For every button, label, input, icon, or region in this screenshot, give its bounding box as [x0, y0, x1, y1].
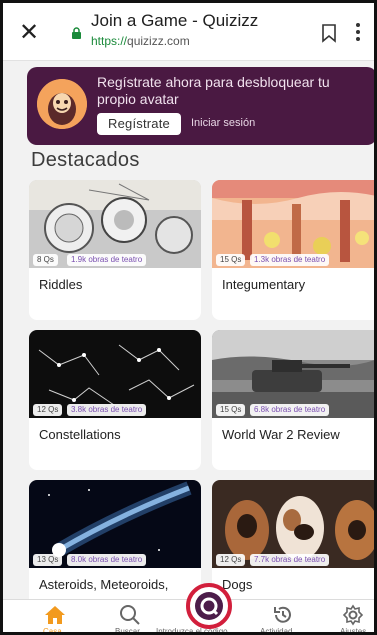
join-game-button[interactable]	[186, 583, 232, 629]
section-title: Destacados	[31, 149, 140, 171]
nav-search-label: Buscar	[115, 627, 140, 635]
card-title: Riddles	[39, 277, 83, 292]
close-icon[interactable]: ✕	[17, 21, 41, 45]
card-title: Asteroids, Meteoroids,	[39, 577, 169, 592]
nav-settings[interactable]: Ajustes	[328, 600, 374, 635]
question-count-badge: 12 Qs	[216, 554, 246, 566]
plays-count-badge: 1.3k obras de teatro	[250, 254, 330, 266]
question-count-badge: 15 Qs	[216, 254, 246, 266]
browser-toolbar: ✕ Join a Game - Quizizz https://quizizz.…	[3, 3, 374, 61]
question-count-badge: 8 Qs	[33, 254, 58, 266]
plays-count-badge: 8.0k obras de teatro	[67, 554, 147, 566]
search-icon	[120, 605, 140, 625]
card-title: Dogs	[222, 577, 253, 592]
bookmark-icon[interactable]	[320, 23, 338, 43]
nav-home-label: Casa	[43, 627, 62, 635]
avatar-icon	[37, 79, 87, 129]
nav-activity-label: Actividad	[260, 627, 293, 635]
quiz-card-integumentary[interactable]: 15 Qs 1.3k obras de teatro Integumentary	[212, 180, 374, 320]
question-count-badge: 13 Qs	[33, 554, 63, 566]
plays-count-badge: 1.9k obras de teatro	[67, 254, 147, 266]
page-title: Join a Game - Quizizz	[91, 11, 259, 30]
url-scheme: https://	[91, 34, 128, 48]
quiz-card-riddles[interactable]: 8 Qs 1.9k obras de teatro Riddles	[29, 180, 201, 320]
nav-home[interactable]: Casa	[27, 600, 87, 635]
plays-count-badge: 6.8k obras de teatro	[250, 404, 330, 416]
card-title: Integumentary	[222, 277, 306, 292]
nav-join-label: Introduzca el código	[156, 627, 228, 635]
register-button[interactable]: Regístrate	[97, 113, 181, 135]
quiz-card-world-war-2-review[interactable]: 15 Qs 6.8k obras de teatro World War 2 R…	[212, 330, 374, 470]
gear-icon	[342, 604, 364, 626]
quiz-card-constellations[interactable]: 12 Qs 3.8k obras de teatro Constellation…	[29, 330, 201, 470]
nav-settings-label: Ajustes	[340, 627, 367, 635]
home-icon	[45, 606, 65, 624]
question-count-badge: 15 Qs	[216, 404, 246, 416]
app-frame: ✕ Join a Game - Quizizz https://quizizz.…	[0, 0, 377, 635]
lock-icon	[72, 27, 81, 39]
promo-message: Regístrate ahora para desbloquear tu pro…	[97, 74, 330, 107]
url-host: quizizz.com	[127, 34, 190, 48]
login-link[interactable]: Iniciar sesión	[191, 117, 255, 129]
nav-search[interactable]: Buscar	[103, 600, 153, 635]
history-icon	[274, 606, 291, 623]
join-code-icon	[195, 592, 223, 620]
question-count-badge: 12 Qs	[33, 404, 63, 416]
nav-activity[interactable]: Actividad	[258, 600, 310, 635]
more-vert-icon[interactable]	[353, 20, 363, 44]
page-url[interactable]: https://quizizz.com	[91, 34, 190, 48]
plays-count-badge: 3.8k obras de teatro	[67, 404, 147, 416]
card-title: Constellations	[39, 427, 121, 442]
card-title: World War 2 Review	[222, 427, 340, 442]
plays-count-badge: 7.7k obras de teatro	[250, 554, 330, 566]
